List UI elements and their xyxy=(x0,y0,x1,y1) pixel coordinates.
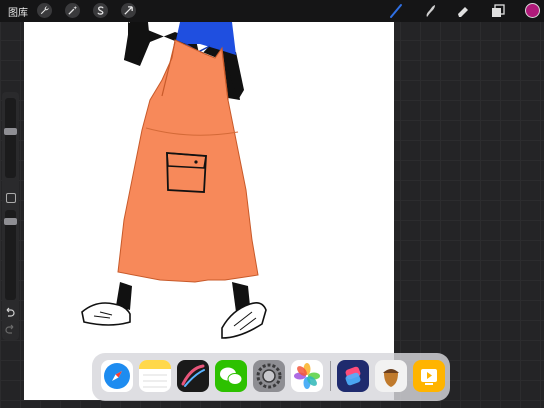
acorn-icon xyxy=(383,369,399,387)
artwork-illustration xyxy=(81,22,267,339)
arrow-cursor-icon xyxy=(124,6,133,15)
selection-s-icon xyxy=(97,6,104,15)
wrench-icon xyxy=(40,6,49,15)
selection-button[interactable] xyxy=(93,3,108,18)
play-icon xyxy=(421,369,437,385)
dock-app-play[interactable] xyxy=(413,360,445,392)
dock-app-shortcuts[interactable] xyxy=(337,360,369,392)
left-sidebar xyxy=(2,92,19,340)
photos-icon xyxy=(294,363,320,389)
safari-icon xyxy=(104,363,130,389)
settings-icon xyxy=(256,363,282,389)
color-picker-button[interactable] xyxy=(525,3,540,18)
procreate-icon xyxy=(181,364,205,387)
brush-size-slider[interactable] xyxy=(4,98,17,178)
transform-button[interactable] xyxy=(121,3,136,18)
drawing-canvas[interactable] xyxy=(24,22,394,400)
brush-size-thumb[interactable] xyxy=(4,128,17,135)
dock-app-photos[interactable] xyxy=(291,360,323,392)
smudge-icon[interactable] xyxy=(422,3,438,19)
dock-separator xyxy=(330,361,331,391)
modify-button[interactable] xyxy=(6,193,16,203)
dock-app-settings[interactable] xyxy=(253,360,285,392)
opacity-thumb[interactable] xyxy=(4,218,17,225)
notes-icon xyxy=(139,360,171,388)
dock-app-acorn[interactable] xyxy=(375,360,407,392)
redo-icon[interactable] xyxy=(5,324,15,334)
app-dock xyxy=(92,353,450,401)
dock-app-notes[interactable] xyxy=(139,360,171,392)
dock-app-wechat[interactable] xyxy=(215,360,247,392)
dock-app-safari[interactable] xyxy=(101,360,133,392)
layers-icon[interactable] xyxy=(490,3,506,19)
dock-app-procreate[interactable] xyxy=(177,360,209,392)
wechat-icon xyxy=(220,367,243,385)
top-toolbar: 图库 xyxy=(0,0,544,22)
eraser-icon[interactable] xyxy=(455,3,471,19)
adjustments-button[interactable] xyxy=(65,3,80,18)
gallery-link[interactable]: 图库 xyxy=(8,4,28,19)
opacity-slider[interactable] xyxy=(4,210,17,300)
undo-icon[interactable] xyxy=(5,307,15,317)
actions-button[interactable] xyxy=(37,3,52,18)
shortcuts-icon xyxy=(345,366,361,386)
magic-wand-icon xyxy=(68,5,78,15)
brush-icon[interactable] xyxy=(388,3,404,19)
